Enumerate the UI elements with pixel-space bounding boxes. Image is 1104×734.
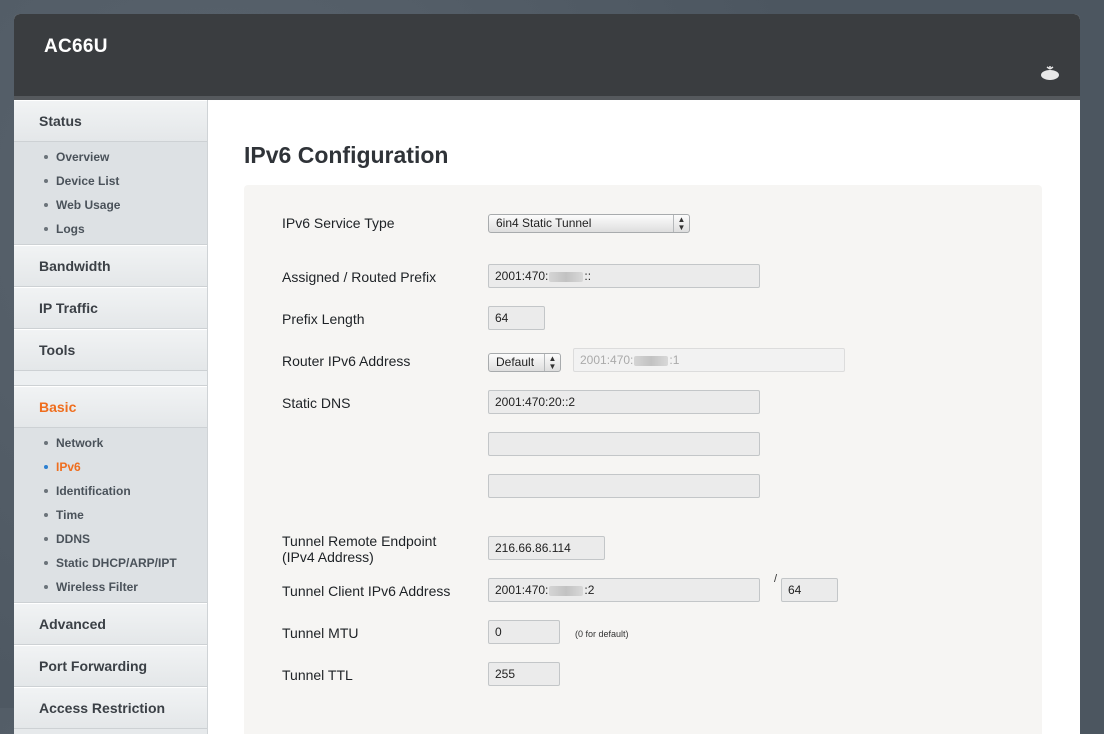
prefix-input[interactable]: 2001:470::: <box>488 264 760 288</box>
router-address-mode-select[interactable]: Default ▲ ▼ <box>488 353 561 372</box>
tunnel-client-label: Tunnel Client IPv6 Address <box>282 583 451 599</box>
header-bar: AC66U <box>14 14 1080 100</box>
sidebar-subitem-overview[interactable]: Overview <box>14 145 207 169</box>
sidebar-item-basic[interactable]: Basic <box>14 386 207 428</box>
sidebar-subitem-static-dhcp[interactable]: Static DHCP/ARP/IPT <box>14 551 207 575</box>
sidebar-subitem-identification[interactable]: Identification <box>14 479 207 503</box>
sidebar-item-bandwidth[interactable]: Bandwidth <box>14 245 207 287</box>
status-submenu: Overview Device List Web Usage Logs <box>14 142 207 245</box>
router-address-value-start: 2001:470: <box>580 353 634 367</box>
sidebar-item-port-forwarding[interactable]: Port Forwarding <box>14 645 207 687</box>
static-dns-input-1[interactable]: 2001:470:20::2 <box>488 390 760 414</box>
static-dns-input-3[interactable] <box>488 474 760 498</box>
sidebar-subitem-ddns[interactable]: DDNS <box>14 527 207 551</box>
service-type-select[interactable]: 6in4 Static Tunnel ▲ ▼ <box>488 214 690 233</box>
tomato-logo-icon <box>1041 66 1059 80</box>
sidebar-item-access-restriction[interactable]: Access Restriction <box>14 687 207 729</box>
redacted-segment <box>549 585 584 596</box>
router-address-value-end: :1 <box>669 353 680 367</box>
prefix-length-label: Prefix Length <box>282 311 365 327</box>
sidebar-subitem-web-usage[interactable]: Web Usage <box>14 193 207 217</box>
sidebar-nav: Status Overview Device List Web Usage Lo… <box>14 100 208 734</box>
select-arrows-icon: ▲ ▼ <box>544 354 560 371</box>
tunnel-client-value-start: 2001:470: <box>495 583 549 597</box>
sidebar-subitem-logs[interactable]: Logs <box>14 217 207 241</box>
prefix-separator: / <box>774 573 778 585</box>
sidebar-spacer <box>14 371 207 386</box>
router-window: AC66U Status Overview Device List Web Us… <box>14 14 1080 734</box>
router-address-input: 2001:470: :1 <box>573 348 845 372</box>
sidebar-item-status[interactable]: Status <box>14 100 207 142</box>
service-type-label: IPv6 Service Type <box>282 215 395 231</box>
redacted-segment <box>549 271 584 282</box>
static-dns-input-2[interactable] <box>488 432 760 456</box>
service-type-value: 6in4 Static Tunnel <box>496 216 592 230</box>
tunnel-client-prefix-input[interactable]: 64 <box>781 578 838 602</box>
sidebar-subitem-wireless-filter[interactable]: Wireless Filter <box>14 575 207 599</box>
sidebar-item-tools[interactable]: Tools <box>14 329 207 371</box>
sidebar-item-ip-traffic[interactable]: IP Traffic <box>14 287 207 329</box>
tunnel-remote-sublabel: (IPv4 Address) <box>282 549 374 565</box>
prefix-value-end: :: <box>584 269 592 283</box>
ipv6-settings-panel: IPv6 Service Type 6in4 Static Tunnel ▲ ▼ … <box>244 185 1042 734</box>
main-content: IPv6 Configuration IPv6 Service Type 6in… <box>208 100 1080 734</box>
prefix-value-start: 2001:470: <box>495 269 549 283</box>
sidebar-subitem-ipv6[interactable]: IPv6 <box>14 455 207 479</box>
prefix-length-input[interactable]: 64 <box>488 306 545 330</box>
tunnel-remote-label: Tunnel Remote Endpoint <box>282 533 437 549</box>
sidebar-item-advanced[interactable]: Advanced <box>14 603 207 645</box>
sidebar-subitem-time[interactable]: Time <box>14 503 207 527</box>
page-title: IPv6 Configuration <box>244 142 449 168</box>
router-address-label: Router IPv6 Address <box>282 353 411 369</box>
tunnel-mtu-input[interactable]: 0 <box>488 620 560 644</box>
tunnel-ttl-label: Tunnel TTL <box>282 667 353 683</box>
sidebar-subitem-network[interactable]: Network <box>14 431 207 455</box>
router-model-title: AC66U <box>44 36 108 57</box>
tunnel-client-value-end: :2 <box>584 583 595 597</box>
sidebar-subitem-device-list[interactable]: Device List <box>14 169 207 193</box>
router-address-mode-value: Default <box>496 355 535 369</box>
basic-submenu: Network IPv6 Identification Time DDNS St… <box>14 428 207 603</box>
tunnel-mtu-label: Tunnel MTU <box>282 625 359 641</box>
tunnel-ttl-input[interactable]: 255 <box>488 662 560 686</box>
static-dns-label: Static DNS <box>282 395 351 411</box>
tunnel-remote-input[interactable]: 216.66.86.114 <box>488 536 605 560</box>
redacted-segment <box>634 355 669 366</box>
select-arrows-icon: ▲ ▼ <box>673 215 689 232</box>
tunnel-mtu-hint: (0 for default) <box>575 629 629 639</box>
tunnel-client-input[interactable]: 2001:470: :2 <box>488 578 760 602</box>
prefix-label: Assigned / Routed Prefix <box>282 269 437 285</box>
